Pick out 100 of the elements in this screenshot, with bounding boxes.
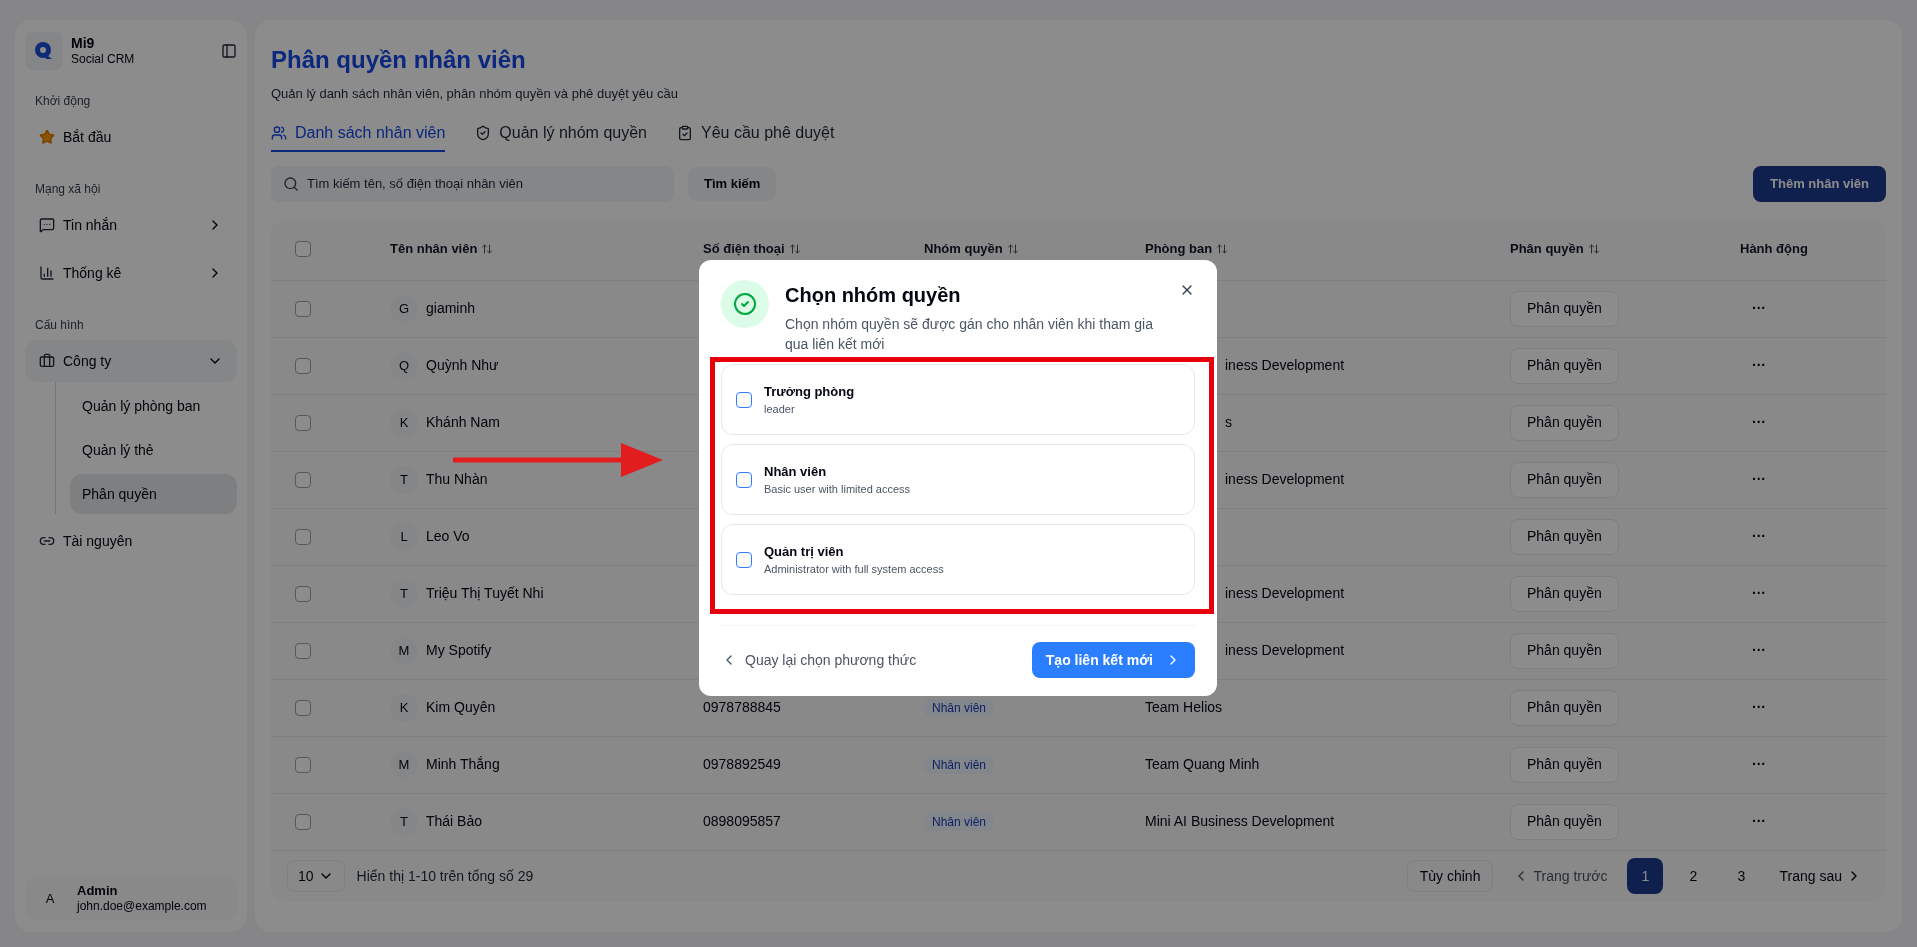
sidebar-item[interactable]: Thống kê <box>25 252 237 294</box>
section-label: Cấu hình <box>34 317 85 334</box>
checkbox[interactable] <box>295 300 311 317</box>
permission-button[interactable]: Phân quyền <box>1510 461 1619 498</box>
sort-icon[interactable] <box>788 243 801 255</box>
more-actions-button[interactable]: ··· <box>1740 754 1778 775</box>
more-actions-button[interactable]: ··· <box>1740 697 1778 718</box>
checkbox[interactable] <box>295 813 311 830</box>
column-header: Phòng ban <box>1145 240 1213 259</box>
dialog-title: Chọn nhóm quyền <box>785 283 962 308</box>
sidebar-subitem[interactable]: Phân quyền <box>70 474 237 514</box>
sidebar-subitem[interactable]: Quản lý phòng ban <box>70 386 237 426</box>
more-actions-button[interactable]: ··· <box>1740 583 1778 604</box>
more-actions-button[interactable]: ··· <box>1740 469 1778 490</box>
page-subtitle: Quản lý danh sách nhân viên, phân nhóm quyền và phê duyệt yêu cầu <box>271 85 679 103</box>
next-page-button[interactable]: Trang sau <box>1771 865 1870 887</box>
avatar: M <box>390 636 418 665</box>
employee-name: My Spotify <box>426 641 492 660</box>
permission-button[interactable]: Phân quyền <box>1510 518 1619 555</box>
search-button[interactable]: Tìm kiếm <box>688 166 777 201</box>
department-name: Mini AI Business Development <box>1145 812 1335 831</box>
sort-icon[interactable] <box>1587 243 1600 255</box>
checkbox[interactable] <box>295 357 311 374</box>
role-title: Trưởng phòng <box>764 382 855 401</box>
sort-icon[interactable] <box>481 243 494 255</box>
user-email: john.doe@example.com <box>77 899 207 914</box>
more-actions-button[interactable]: ··· <box>1740 526 1778 547</box>
checkbox[interactable] <box>736 551 752 568</box>
phone-number: 0898095857 <box>703 813 781 829</box>
column-header: Phân quyền <box>1510 240 1584 259</box>
avatar: K <box>390 408 418 437</box>
checkbox[interactable] <box>295 585 311 602</box>
sort-icon[interactable] <box>1216 243 1229 255</box>
shield-check-icon <box>475 124 492 141</box>
sidebar-item[interactable]: Tin nhắn <box>25 204 237 246</box>
permission-button[interactable]: Phân quyền <box>1510 347 1619 384</box>
column-header: Tên nhân viên <box>390 240 478 259</box>
role-badge: Nhân viên <box>924 756 995 774</box>
page-number-button[interactable]: 1 <box>1627 858 1664 895</box>
permission-button[interactable]: Phân quyền <box>1510 746 1619 783</box>
add-employee-button[interactable]: Thêm nhân viên <box>1753 165 1886 202</box>
back-link[interactable]: Quay lại chọn phương thức <box>721 649 917 671</box>
results-summary: Hiển thị 1-10 trên tổng số 29 <box>356 866 534 886</box>
tab[interactable]: Quản lý nhóm quyền <box>475 115 647 152</box>
sidebar-toggle-icon[interactable] <box>221 43 237 59</box>
more-actions-button[interactable]: ··· <box>1740 298 1778 319</box>
permission-button[interactable]: Phân quyền <box>1510 290 1619 327</box>
permission-button[interactable]: Phân quyền <box>1510 803 1619 840</box>
checkbox[interactable] <box>295 756 311 773</box>
user-avatar: A <box>44 889 56 908</box>
permission-button[interactable]: Phân quyền <box>1510 632 1619 669</box>
search-field[interactable]: Tìm kiếm tên, số điện thoại nhân viên <box>271 165 674 202</box>
sidebar-item-label: Tài nguyên <box>63 531 134 551</box>
role-option[interactable]: Nhân viên Basic user with limited access <box>721 444 1195 515</box>
sidebar-item[interactable]: Tài nguyên <box>25 520 237 562</box>
department-name: iness Development <box>1225 356 1345 375</box>
page-number-button[interactable]: 2 <box>1675 858 1712 895</box>
tab[interactable]: Danh sách nhân viên <box>271 115 446 152</box>
employee-name: Quỳnh Như <box>426 356 499 375</box>
sidebar-subitem[interactable]: Quản lý thẻ <box>70 430 237 470</box>
role-option[interactable]: Quản trị viên Administrator with full system access <box>721 524 1195 595</box>
department-name: Team Helios <box>1145 698 1223 717</box>
checkbox[interactable] <box>295 414 311 431</box>
role-title: Nhân viên <box>764 462 828 481</box>
clipboard-check-icon <box>677 124 693 141</box>
checkbox[interactable] <box>736 471 752 488</box>
permission-button[interactable]: Phân quyền <box>1510 404 1619 441</box>
more-actions-button[interactable]: ··· <box>1740 412 1778 433</box>
sidebar-item-label: Tin nhắn <box>63 215 118 235</box>
users-icon <box>271 124 287 141</box>
avatar: G <box>390 294 418 323</box>
role-option[interactable]: Trưởng phòng leader <box>721 364 1195 435</box>
sidebar-item[interactable]: Bắt đầu <box>25 116 237 158</box>
department-name: Team Quang Minh <box>1145 755 1260 774</box>
checkbox[interactable] <box>295 241 311 257</box>
customize-button[interactable]: Tùy chỉnh <box>1406 860 1494 893</box>
bar-chart-icon <box>39 265 55 281</box>
checkbox[interactable] <box>736 391 752 408</box>
permission-button[interactable]: Phân quyền <box>1510 575 1619 612</box>
sort-icon[interactable] <box>1006 243 1019 255</box>
employee-name: Thái Bảo <box>426 812 483 831</box>
role-description: leader <box>764 402 796 417</box>
more-actions-button[interactable]: ··· <box>1740 640 1778 661</box>
page-size-select[interactable]: 10 <box>287 860 345 893</box>
logo-icon <box>25 32 63 70</box>
search-icon <box>283 175 299 192</box>
checkbox[interactable] <box>295 528 311 545</box>
checkbox[interactable] <box>295 471 311 488</box>
checkbox[interactable] <box>295 642 311 659</box>
permission-button[interactable]: Phân quyền <box>1510 689 1619 726</box>
more-actions-button[interactable]: ··· <box>1740 811 1778 832</box>
page-title: Phân quyền nhân viên <box>271 45 527 75</box>
department-name: iness Development <box>1225 470 1345 489</box>
more-actions-button[interactable]: ··· <box>1740 355 1778 376</box>
brand-name: Mi9 <box>71 34 96 53</box>
brand-tagline: Social CRM <box>71 52 136 68</box>
sidebar-item[interactable]: Công ty <box>25 340 237 382</box>
checkbox[interactable] <box>295 699 311 716</box>
page-number-button[interactable]: 3 <box>1723 858 1760 895</box>
tab[interactable]: Yêu cầu phê duyệt <box>677 115 835 152</box>
